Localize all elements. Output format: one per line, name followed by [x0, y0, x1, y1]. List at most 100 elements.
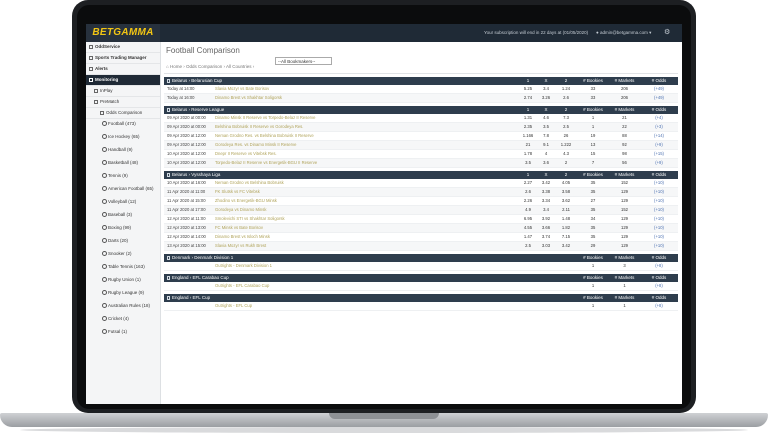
sidebar-sport-item[interactable]: Darts (20): [86, 236, 160, 249]
match-name[interactable]: Dinamo Brest vs Isloch Minsk: [215, 233, 270, 241]
odds-link[interactable]: (+14): [640, 132, 678, 140]
odds-link[interactable]: (+4): [640, 114, 678, 122]
league-title[interactable]: England › EFL Cup: [167, 294, 210, 302]
breadcrumb-text[interactable]: Home › Odds Comparison › All Countries ›: [170, 64, 254, 69]
table-row[interactable]: 12 Apr 2020 at 13:00 FC Minsk vs Bate Bor…: [164, 224, 678, 233]
table-row[interactable]: 09 Apr 2020 at 12:00 Neman Grodno Res. vs…: [164, 132, 678, 141]
user-menu[interactable]: ● admin@betgamma.com ▾: [596, 27, 651, 39]
odds-link[interactable]: (+49): [640, 94, 678, 102]
league-title[interactable]: Belarus › Reserve League: [167, 106, 224, 114]
sidebar-sport-item[interactable]: Volleyball (12): [86, 197, 160, 210]
sidebar-sport-item[interactable]: Rugby Union (1): [86, 275, 160, 288]
sidebar-sport-item[interactable]: Futsal (1): [86, 327, 160, 340]
table-row[interactable]: 12 Apr 2020 at 11:00 Smolevichi STI vs Sh…: [164, 215, 678, 224]
table-row[interactable]: Today at 16:00 Dinamo Brest vs Shakhtar S…: [164, 94, 678, 103]
match-date: Today at 16:00: [167, 95, 195, 100]
league-title[interactable]: Belarus › Belarusian Cup: [167, 77, 222, 85]
square-icon: [94, 88, 98, 93]
sidebar-sport-item[interactable]: Cricket (4): [86, 314, 160, 327]
sidebar-sport-item[interactable]: Australian Rules (18): [86, 301, 160, 314]
match-name[interactable]: Dinamo Minsk II Reserve vs Torpedo-Belaz…: [215, 114, 315, 122]
match-name[interactable]: Belshina Bobruisk II Reserve vs Gorodeya…: [215, 123, 303, 131]
sidebar-item-odds-comparison[interactable]: Odds Comparison: [86, 108, 160, 119]
odds-link[interactable]: (+9): [640, 159, 678, 167]
gear-icon[interactable]: ⚙: [664, 27, 670, 39]
match-name[interactable]: Neman Grodno Res. vs Belshina Bobruisk I…: [215, 132, 314, 140]
table-row[interactable]: 11 Apr 2020 at 15:00 Zhodino vs Energetik…: [164, 197, 678, 206]
match-name[interactable]: Outrights - EFL Carabao Cup: [215, 282, 269, 290]
match-name[interactable]: Slavia Mozyr vs Bate Borisov: [215, 85, 269, 93]
table-row[interactable]: 13 Apr 2020 at 15:00 Slavia Mozyr vs Rukh…: [164, 242, 678, 251]
sidebar-sport-item[interactable]: Boxing (99): [86, 223, 160, 236]
odds-link[interactable]: (+10): [640, 206, 678, 214]
match-name[interactable]: Smolevichi STI vs Shakhtar Soligorsk: [215, 215, 285, 223]
odds-link[interactable]: (+10): [640, 242, 678, 250]
odds-link[interactable]: (+10): [640, 197, 678, 205]
sidebar-item-prematch[interactable]: PreMatch: [86, 97, 160, 108]
table-row[interactable]: 09 Apr 2020 at 12:00 Gorodeya Res. vs Din…: [164, 141, 678, 150]
sidebar-sport-item[interactable]: American Football (65): [86, 184, 160, 197]
table-row[interactable]: 11 Apr 2020 at 11:00 FK Slutsk vs FC Vite…: [164, 188, 678, 197]
odds-link[interactable]: (+10): [640, 224, 678, 232]
sidebar-sport-item[interactable]: Football (473): [86, 119, 160, 132]
subscription-note: Your subscription will end in 22 days at…: [484, 30, 589, 35]
match-name[interactable]: Dinamo Brest vs Shakhtar Soligorsk: [215, 94, 282, 102]
sidebar-sport-item[interactable]: Baseball (3): [86, 210, 160, 223]
app-logo[interactable]: BETGAMMA: [86, 24, 160, 42]
odds-link[interactable]: (+10): [640, 188, 678, 196]
table-row[interactable]: 10 Apr 2020 at 16:00 Neman Grodno vs Bels…: [164, 179, 678, 188]
sidebar-sport-item[interactable]: Handball (9): [86, 145, 160, 158]
match-name[interactable]: Gorodeya Res. vs Dinamo Minsk II Reserve: [215, 141, 296, 149]
sidebar-item-oddservice[interactable]: OddService: [86, 42, 160, 53]
sidebar-sport-item[interactable]: Snooker (2): [86, 249, 160, 262]
odds-link[interactable]: (+9): [640, 141, 678, 149]
sidebar-sport-item[interactable]: Rugby League (9): [86, 288, 160, 301]
table-row[interactable]: 09 Apr 2020 at 00:00 Belshina Bobruisk II…: [164, 123, 678, 132]
match-name[interactable]: Outrights - EFL Cup: [215, 302, 252, 310]
match-name[interactable]: FK Slutsk vs FC Vitebsk: [215, 188, 260, 196]
table-row[interactable]: 11 Apr 2020 at 17:00 Gorodeya vs Dinamo M…: [164, 206, 678, 215]
sidebar-item-monitoring[interactable]: Monitoring: [86, 75, 160, 86]
odds-link[interactable]: (+8): [640, 302, 678, 310]
match-name[interactable]: Outrights - Denmark Division 1: [215, 262, 272, 270]
sidebar-item-inplay[interactable]: InPlay: [86, 86, 160, 97]
sidebar-sport-item[interactable]: Ice Hockey (65): [86, 132, 160, 145]
sidebar-sport-item[interactable]: Tennis (9): [86, 171, 160, 184]
sport-icon: [102, 134, 107, 139]
odds-link[interactable]: (+49): [640, 85, 678, 93]
sidebar-sport-item[interactable]: Table Tennis (163): [86, 262, 160, 275]
odds-link[interactable]: (+10): [640, 233, 678, 241]
page-title: Football Comparison: [166, 46, 240, 55]
sidebar-item-sports-trading-manager[interactable]: Sports Trading Manager: [86, 53, 160, 64]
table-row[interactable]: Outrights - EFL Cup 1 1 (+8): [164, 302, 678, 311]
table-row[interactable]: 10 Apr 2020 at 12:00 Dnepr II Reserve vs …: [164, 150, 678, 159]
sidebar-item-alerts[interactable]: Alerts: [86, 64, 160, 75]
match-name[interactable]: Neman Grodno vs Belshina Bobruisk: [215, 179, 284, 187]
col-header-bookies: # Bookies: [583, 255, 603, 260]
match-name[interactable]: Torpedo-Belaz II Reserve vs Energetik-BG…: [215, 159, 317, 167]
league-title[interactable]: Belarus › Vysshaya Liga: [167, 171, 220, 179]
match-name[interactable]: Slavia Mozyr vs Rukh Brest: [215, 242, 266, 250]
league-title[interactable]: Denmark › Denmark Division 1: [167, 254, 233, 262]
odds-link[interactable]: (+15): [640, 150, 678, 158]
sidebar-sport-item[interactable]: Basketball (48): [86, 158, 160, 171]
odds-link[interactable]: (+8): [640, 262, 678, 270]
league-title-text: Belarus › Belarusian Cup: [172, 78, 223, 83]
match-name[interactable]: Zhodino vs Energetik-BGU Minsk: [215, 197, 277, 205]
odds-link[interactable]: (+10): [640, 179, 678, 187]
match-name[interactable]: Gorodeya vs Dinamo Minsk: [215, 206, 266, 214]
table-row[interactable]: Outrights - EFL Carabao Cup 1 1 (+8): [164, 282, 678, 291]
match-name[interactable]: FC Minsk vs Bate Borisov: [215, 224, 263, 232]
odds-link[interactable]: (+8): [640, 282, 678, 290]
bookmaker-select[interactable]: --All Bookmakers--: [275, 57, 332, 65]
table-row[interactable]: 12 Apr 2020 at 14:00 Dinamo Brest vs Islo…: [164, 233, 678, 242]
table-row[interactable]: Outrights - Denmark Division 1 1 3 (+8): [164, 262, 678, 271]
table-row[interactable]: 09 Apr 2020 at 00:00 Dinamo Minsk II Rese…: [164, 114, 678, 123]
match-name[interactable]: Dnepr II Reserve vs Vitebsk Res.: [215, 150, 277, 158]
odds-link[interactable]: (+10): [640, 215, 678, 223]
odds-link[interactable]: (+3): [640, 123, 678, 131]
league-title[interactable]: England › EFL Carabao Cup: [167, 274, 229, 282]
table-row[interactable]: 10 Apr 2020 at 12:00 Torpedo-Belaz II Res…: [164, 159, 678, 168]
col-header-2: 2: [564, 78, 568, 83]
table-row[interactable]: Today at 14:00 Slavia Mozyr vs Bate Boris…: [164, 85, 678, 94]
